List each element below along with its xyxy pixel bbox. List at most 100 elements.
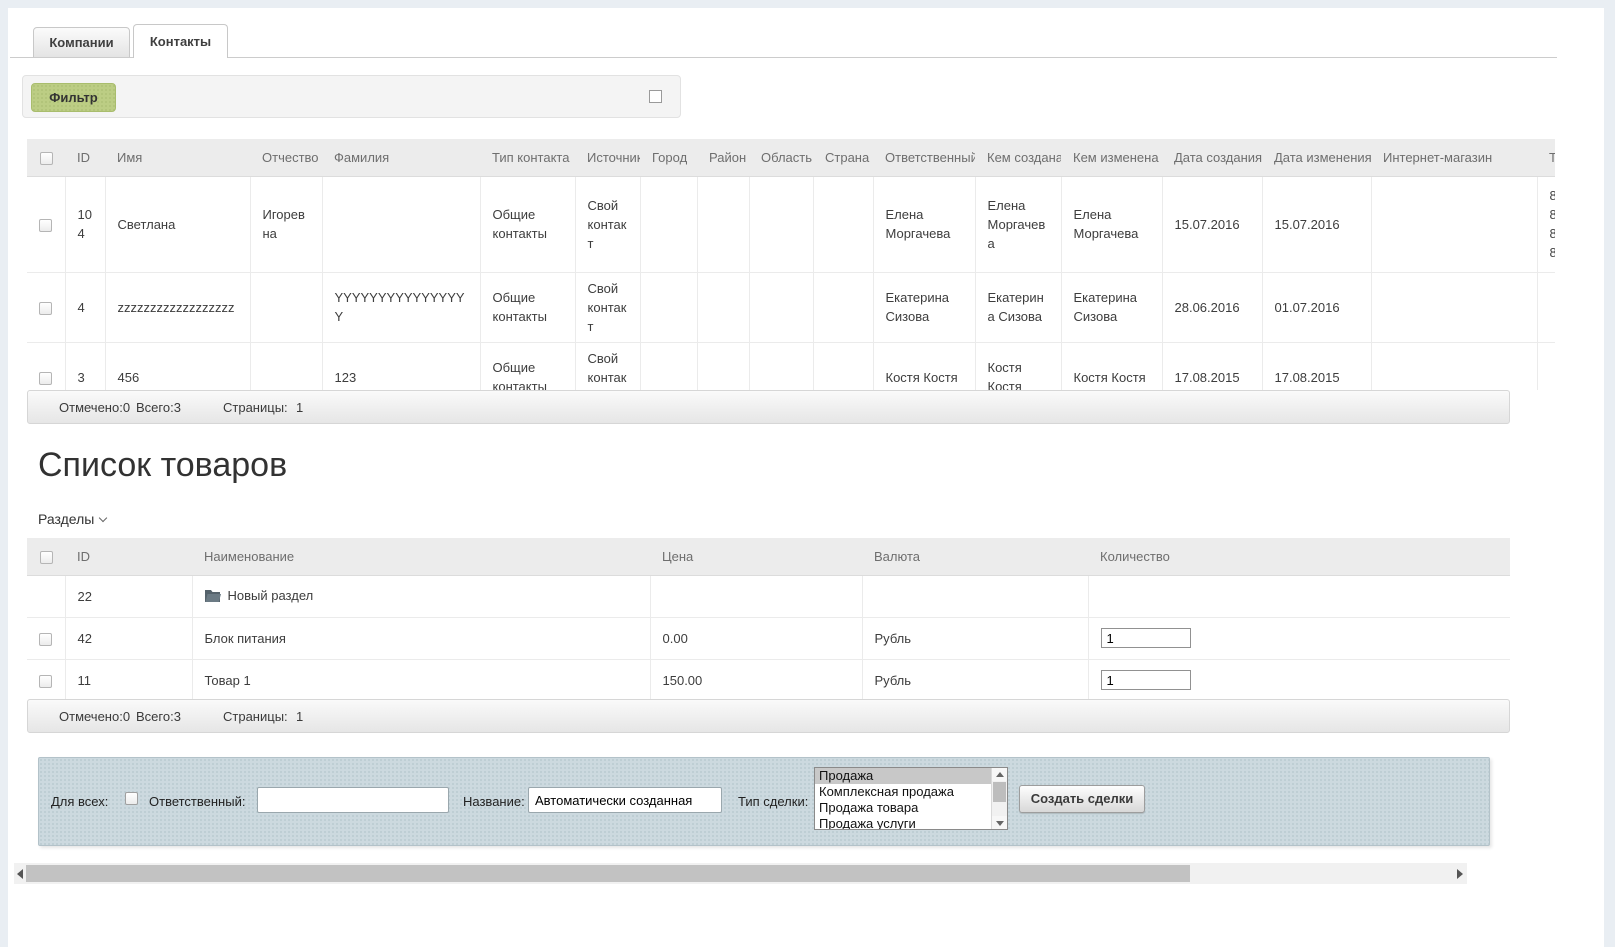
filter-button[interactable]: Фильтр <box>31 83 116 112</box>
column-id[interactable]: ID <box>65 538 192 575</box>
deal-type-listbox[interactable]: Продажа Комплексная продажа Продажа това… <box>814 767 1008 830</box>
cell-contact-type: Общие контакты <box>480 272 575 342</box>
responsible-input[interactable] <box>257 787 449 813</box>
cell-id: 22 <box>65 575 192 617</box>
checked-count: Отмечено:0 <box>59 709 130 724</box>
cell-id: 3 <box>65 342 105 390</box>
cell-country <box>813 342 873 390</box>
cell-modified-by: Костя Костя <box>1061 342 1162 390</box>
horizontal-scroll-thumb[interactable] <box>26 865 1190 882</box>
cell-date-created: 15.07.2016 <box>1162 176 1262 272</box>
row-checkbox[interactable] <box>39 219 52 232</box>
cell-price <box>650 575 862 617</box>
cell-quantity <box>1088 575 1510 617</box>
tab-companies[interactable]: Компании <box>33 27 130 58</box>
cell-date-modified: 17.08.2015 <box>1262 342 1371 390</box>
column-modified-by[interactable]: Кем изменена <box>1061 139 1162 176</box>
cell-date-modified: 01.07.2016 <box>1262 272 1371 342</box>
horizontal-scrollbar[interactable] <box>14 863 1467 884</box>
cell-modified-by: Екатерина Сизова <box>1061 272 1162 342</box>
cell-phones: 8 8 8 8 <box>1537 176 1555 272</box>
row-checkbox[interactable] <box>39 675 52 688</box>
cell-contact-type: Общие контакты <box>480 342 575 390</box>
cell-district <box>697 176 749 272</box>
column-id[interactable]: ID <box>65 139 105 176</box>
cell-modified-by: Елена Моргачева <box>1061 176 1162 272</box>
filter-toggle-icon[interactable] <box>649 90 662 103</box>
product-section-row: 22 Новый раздел <box>27 575 1510 617</box>
select-all-products-checkbox[interactable] <box>40 551 53 564</box>
cell-id: 11 <box>65 659 192 699</box>
section-folder-label: Новый раздел <box>228 586 314 605</box>
row-checkbox[interactable] <box>39 372 52 385</box>
sections-dropdown[interactable]: Разделы <box>38 511 106 527</box>
product-row: 42 Блок питания 0.00 Рубль <box>27 617 1510 659</box>
deal-name-label: Название: <box>463 794 525 809</box>
responsible-label: Ответственный: <box>149 794 245 809</box>
cell-source: Свой контакт <box>575 176 640 272</box>
cell-currency: Рубль <box>862 617 1088 659</box>
cell-city <box>640 342 697 390</box>
column-responsible[interactable]: Ответственный <box>873 139 975 176</box>
total-count: Всего:3 <box>136 400 181 415</box>
listbox-option[interactable]: Продажа <box>815 768 991 784</box>
column-created-by[interactable]: Кем создана <box>975 139 1061 176</box>
products-header-row: ID Наименование Цена Валюта Количество <box>27 538 1510 575</box>
column-surname[interactable]: Фамилия <box>322 139 480 176</box>
cell-id: 42 <box>65 617 192 659</box>
contacts-grid: ID Имя Отчество Фамилия Тип контакта Ист… <box>27 139 1555 390</box>
page-number: 1 <box>296 400 303 415</box>
column-currency[interactable]: Валюта <box>862 538 1088 575</box>
quantity-input[interactable] <box>1101 628 1191 648</box>
listbox-option[interactable]: Комплексная продажа <box>815 784 991 800</box>
scroll-right-icon[interactable] <box>1457 869 1463 879</box>
total-count: Всего:3 <box>136 709 181 724</box>
pages-label: Страницы: <box>223 709 288 724</box>
cell-date-created: 28.06.2016 <box>1162 272 1262 342</box>
column-name[interactable]: Имя <box>105 139 250 176</box>
column-quantity[interactable]: Количество <box>1088 538 1510 575</box>
quantity-input[interactable] <box>1101 670 1191 690</box>
products-grid: ID Наименование Цена Валюта Количество 2… <box>27 538 1510 699</box>
cell-date-modified: 15.07.2016 <box>1262 176 1371 272</box>
column-online-store[interactable]: Интернет-магазин <box>1371 139 1537 176</box>
column-date-modified[interactable]: Дата изменения <box>1262 139 1371 176</box>
cell-product-name: Блок питания <box>192 617 650 659</box>
deal-name-input[interactable] <box>528 787 722 813</box>
listbox-option[interactable]: Продажа товара <box>815 800 991 816</box>
cell-product-name: Товар 1 <box>192 659 650 699</box>
for-all-checkbox[interactable] <box>125 792 138 805</box>
cell-phones <box>1537 342 1555 390</box>
column-city[interactable]: Город <box>640 139 697 176</box>
column-price[interactable]: Цена <box>650 538 862 575</box>
listbox-scroll-thumb[interactable] <box>993 782 1006 802</box>
column-phone[interactable]: Т <box>1537 139 1555 176</box>
cell-responsible: Екатерина Сизова <box>873 272 975 342</box>
scroll-down-icon[interactable] <box>992 816 1008 829</box>
pages-label: Страницы: <box>223 400 288 415</box>
cell-created-by: Костя Костя <box>975 342 1061 390</box>
row-checkbox[interactable] <box>39 633 52 646</box>
cell-date-created: 17.08.2015 <box>1162 342 1262 390</box>
row-checkbox[interactable] <box>39 302 52 315</box>
column-country[interactable]: Страна <box>813 139 873 176</box>
cell-id: 4 <box>65 272 105 342</box>
tab-contacts[interactable]: Контакты <box>133 24 228 58</box>
listbox-option[interactable]: Продажа услуги <box>815 816 991 830</box>
column-date-created[interactable]: Дата создания <box>1162 139 1262 176</box>
contact-row: 4 zzzzzzzzzzzzzzzzzz YYYYYYYYYYYYYYYY Об… <box>27 272 1555 342</box>
column-patronymic[interactable]: Отчество <box>250 139 322 176</box>
column-source[interactable]: Источник <box>575 139 640 176</box>
scroll-left-icon[interactable] <box>17 869 23 879</box>
cell-region <box>749 342 813 390</box>
column-contact-type[interactable]: Тип контакта <box>480 139 575 176</box>
cell-product-name[interactable]: Новый раздел <box>192 575 650 617</box>
scroll-up-icon[interactable] <box>992 768 1008 781</box>
create-deals-button[interactable]: Создать сделки <box>1019 785 1145 813</box>
page-title: Список товаров <box>38 446 287 485</box>
column-product-name[interactable]: Наименование <box>192 538 650 575</box>
select-all-contacts-checkbox[interactable] <box>40 152 53 165</box>
column-region[interactable]: Область <box>749 139 813 176</box>
column-district[interactable]: Район <box>697 139 749 176</box>
listbox-scrollbar[interactable] <box>991 768 1007 829</box>
